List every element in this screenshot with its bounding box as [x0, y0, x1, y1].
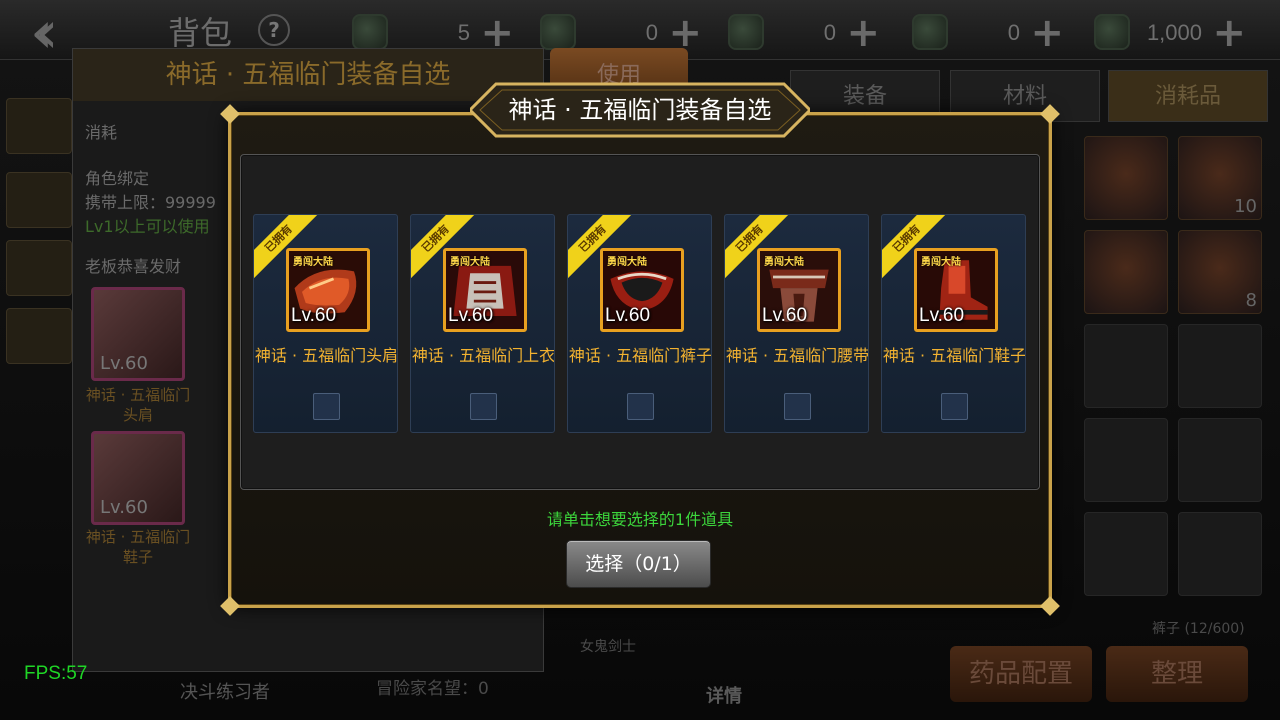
dialog-title-plate: 神话 · 五福临门装备自选: [470, 82, 810, 138]
item-card-shoes[interactable]: 已拥有 勇闯大陆 Lv.60 神话 · 五福临门鞋子: [881, 214, 1026, 433]
gold-coin-icon: [912, 14, 948, 50]
select-checkbox[interactable]: [313, 393, 340, 420]
inventory-slot[interactable]: [1084, 324, 1168, 408]
item-icon-pants: 勇闯大陆 Lv.60: [600, 248, 684, 332]
currency-value: 5: [457, 20, 470, 45]
sort-button[interactable]: 整理: [1106, 646, 1248, 702]
brand-label: 勇闯大陆: [607, 257, 647, 268]
detail-type: 消耗: [85, 123, 118, 142]
detail-item-name: 神话 · 五福临门鞋子: [85, 528, 191, 566]
detail-desc: 老板恭喜发财: [85, 257, 182, 276]
slot-capacity: 裤子 (12/600): [1152, 621, 1245, 637]
gold-pile-icon: [1094, 14, 1130, 50]
side-tab-3[interactable]: [6, 240, 72, 296]
item-level: Lv.60: [919, 305, 965, 326]
select-checkbox[interactable]: [784, 393, 811, 420]
detail-bind: 角色绑定: [85, 169, 150, 188]
currency-value: 0: [1007, 20, 1020, 45]
inventory-slot[interactable]: [1178, 418, 1262, 502]
side-tab-4[interactable]: [6, 308, 72, 364]
inventory-slot[interactable]: [1178, 512, 1262, 596]
item-level: Lv.60: [448, 305, 494, 326]
add-currency-button[interactable]: +: [1212, 10, 1246, 56]
item-card-belt[interactable]: 已拥有 勇闯大陆 Lv.60 神话 · 五福临门腰带: [724, 214, 869, 433]
currency-gold-coin: 0 +: [912, 10, 1072, 56]
add-currency-button[interactable]: +: [846, 10, 880, 56]
green-crystal-icon: [540, 14, 576, 50]
item-level: Lv.60: [762, 305, 808, 326]
side-tab-2[interactable]: [6, 172, 72, 228]
currency-crystal: 0 +: [540, 10, 710, 56]
inventory-slot[interactable]: [1178, 324, 1262, 408]
item-name: 神话 · 五福临门上衣: [411, 346, 555, 365]
item-level: Lv.60: [291, 305, 337, 326]
currency-value: 1,000: [1146, 20, 1202, 45]
currency-gold-pile: 1,000 +: [1094, 10, 1254, 56]
item-count: 10: [1234, 196, 1257, 217]
fame-label: 冒险家名望：0: [376, 679, 489, 699]
item-card-pants[interactable]: 已拥有 勇闯大陆 Lv.60 神话 · 五福临门裤子: [567, 214, 712, 433]
add-currency-button[interactable]: +: [1030, 10, 1064, 56]
item-name: 神话 · 五福临门头肩: [254, 346, 398, 365]
currency-potion: 0 +: [728, 10, 888, 56]
item-icon-belt: 勇闯大陆 Lv.60: [757, 248, 841, 332]
item-level: Lv.60: [100, 497, 148, 518]
detail-item-shoes: Lv.60: [91, 431, 185, 525]
currency-value: 0: [823, 20, 836, 45]
item-name: 神话 · 五福临门裤子: [568, 346, 712, 365]
coin-medal-icon: [352, 14, 388, 50]
item-icon-shoes: 勇闯大陆 Lv.60: [914, 248, 998, 332]
brand-label: 勇闯大陆: [921, 257, 961, 268]
fps-counter: FPS:57: [24, 663, 88, 684]
double-chevron-left-icon: ‹‹: [30, 0, 59, 66]
medicine-config-button[interactable]: 药品配置: [950, 646, 1092, 702]
inventory-slot[interactable]: [1084, 512, 1168, 596]
detail-tab[interactable]: 详情: [706, 682, 742, 708]
item-card-shoulder[interactable]: 已拥有 勇闯大陆 Lv.60 神话 · 五福临门头肩: [253, 214, 398, 433]
detail-item-shoulder: Lv.60: [91, 287, 185, 381]
brand-label: 勇闯大陆: [293, 257, 333, 268]
select-button[interactable]: 选择（0/1）: [566, 540, 711, 588]
item-card-top[interactable]: 已拥有 勇闯大陆 Lv.60 神话 · 五福临门上衣: [410, 214, 555, 433]
inventory-slot[interactable]: [1084, 230, 1168, 314]
item-level: Lv.60: [100, 353, 148, 374]
inventory-slot[interactable]: 8: [1178, 230, 1262, 314]
item-count: 8: [1245, 290, 1257, 311]
select-checkbox[interactable]: [627, 393, 654, 420]
duel-label: 决斗练习者: [180, 682, 270, 703]
teal-potion-icon: [728, 14, 764, 50]
brand-label: 勇闯大陆: [764, 257, 804, 268]
help-icon[interactable]: ?: [258, 14, 290, 46]
detail-carry-limit: 携带上限：99999: [85, 193, 216, 212]
inventory-slot[interactable]: [1084, 136, 1168, 220]
select-checkbox[interactable]: [470, 393, 497, 420]
item-icon-top: 勇闯大陆 Lv.60: [443, 248, 527, 332]
brand-label: 勇闯大陆: [450, 257, 490, 268]
selection-hint: 请单击想要选择的1件道具: [546, 510, 734, 529]
dialog-title: 神话 · 五福临门装备自选: [508, 96, 772, 124]
character-class: 女鬼剑士: [580, 639, 636, 655]
side-tab-1[interactable]: [6, 98, 72, 154]
item-icon-shoulder: 勇闯大陆 Lv.60: [286, 248, 370, 332]
item-level: Lv.60: [605, 305, 651, 326]
detail-item-name: 神话 · 五福临门头肩: [85, 386, 191, 424]
tab-consumables[interactable]: 消耗品: [1108, 70, 1268, 122]
detail-level-req: Lv1以上可以使用: [85, 217, 210, 236]
select-checkbox[interactable]: [941, 393, 968, 420]
inventory-slot[interactable]: 10: [1178, 136, 1262, 220]
currency-value: 0: [645, 20, 658, 45]
currency-medal: 5 +: [352, 10, 522, 56]
item-name: 神话 · 五福临门腰带: [725, 346, 869, 365]
item-name: 神话 · 五福临门鞋子: [882, 346, 1026, 365]
inventory-slot[interactable]: [1084, 418, 1168, 502]
